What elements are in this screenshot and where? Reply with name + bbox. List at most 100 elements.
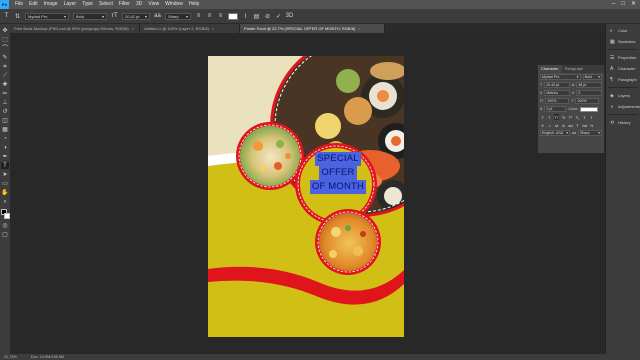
shape-tool-icon[interactable]: ▭ bbox=[1, 180, 9, 187]
menu-select[interactable]: Select bbox=[96, 0, 116, 9]
eraser-tool-icon[interactable]: ◫ bbox=[1, 117, 9, 124]
menu-window[interactable]: Window bbox=[162, 0, 186, 9]
cp-leading-field[interactable]: 48 pt bbox=[576, 82, 602, 88]
screen-mode-icon[interactable]: ▢ bbox=[1, 231, 9, 238]
menu-file[interactable]: File bbox=[12, 0, 26, 9]
menu-layer[interactable]: Layer bbox=[61, 0, 80, 9]
titling-button[interactable]: T bbox=[575, 122, 580, 128]
quick-select-tool-icon[interactable]: ✎ bbox=[1, 54, 9, 61]
superscript-button[interactable]: T¹ bbox=[568, 114, 573, 120]
underline-button[interactable]: T bbox=[582, 114, 587, 120]
align-right-icon[interactable]: ≡ bbox=[217, 13, 224, 20]
fractions-button[interactable]: ½ bbox=[589, 122, 594, 128]
dock-paragraph[interactable]: ¶ Paragraph bbox=[606, 75, 640, 84]
foreground-background-colors[interactable] bbox=[0, 209, 10, 220]
text-orientation-icon[interactable]: ⇅ bbox=[14, 13, 21, 20]
gradient-tool-icon[interactable]: ▦ bbox=[1, 126, 9, 133]
menu-3d[interactable]: 3D bbox=[133, 0, 145, 9]
tab-character[interactable]: Character bbox=[538, 65, 562, 73]
type-tool-icon[interactable]: T bbox=[1, 162, 9, 169]
offer-headline[interactable]: SPECIAL OFFER OF MONTH bbox=[294, 152, 382, 194]
tab-untitled-1[interactable]: Untitled-1 @ 100% (Layer 2, RGB/8) × bbox=[140, 24, 240, 33]
tab-paragraph[interactable]: Paragraph bbox=[562, 65, 587, 73]
ordinals-button[interactable]: 1st bbox=[582, 122, 587, 128]
dock-color[interactable]: ◐ Color bbox=[606, 26, 640, 35]
brush-tool-icon[interactable]: ✏ bbox=[1, 90, 9, 97]
small-caps-button[interactable]: Tt bbox=[561, 114, 566, 120]
hand-tool-icon[interactable]: ✋ bbox=[1, 189, 9, 196]
font-family-select[interactable]: Myriad Pro ▾ bbox=[25, 12, 69, 20]
font-style-select[interactable]: Bold ▾ bbox=[73, 12, 107, 20]
pen-tool-icon[interactable]: ✒ bbox=[1, 153, 9, 160]
dock-swatches[interactable]: ▦ Swatches bbox=[606, 37, 640, 46]
stamp-tool-icon[interactable]: ⊥ bbox=[1, 99, 9, 106]
cp-language-select[interactable]: English: USA ▾ bbox=[540, 130, 570, 136]
close-icon[interactable]: × bbox=[212, 26, 214, 31]
poster-document[interactable]: SPECIAL OFFER OF MONTH bbox=[208, 56, 404, 337]
cp-font-size-field[interactable]: 20.42 pt bbox=[544, 82, 570, 88]
dock-adjustments[interactable]: ◑ Adjustments bbox=[606, 102, 640, 111]
align-left-icon[interactable]: ≡ bbox=[195, 13, 202, 20]
path-select-tool-icon[interactable]: ➤ bbox=[1, 171, 9, 178]
menu-type[interactable]: Type bbox=[79, 0, 96, 9]
blur-tool-icon[interactable]: ◔ bbox=[1, 135, 9, 142]
menu-image[interactable]: Image bbox=[41, 0, 61, 9]
cp-horizontal-scale-field[interactable]: 100% bbox=[575, 98, 600, 104]
close-icon[interactable]: ✕ bbox=[631, 0, 636, 9]
dock-layers[interactable]: ◈ Layers bbox=[606, 91, 640, 100]
tab-poster-food[interactable]: Poster Food @ 22.7% (SPECIAL OFFER OF MO… bbox=[240, 24, 385, 33]
cp-font-family-select[interactable]: Myriad Pro ▾ bbox=[540, 74, 581, 80]
cp-font-style-select[interactable]: Bold ▾ bbox=[582, 74, 602, 80]
menu-filter[interactable]: Filter bbox=[116, 0, 133, 9]
menu-help[interactable]: Help bbox=[186, 0, 202, 9]
cp-vertical-scale-field[interactable]: 100% bbox=[545, 98, 570, 104]
lasso-tool-icon[interactable]: ⌒ bbox=[1, 45, 9, 52]
close-icon[interactable]: × bbox=[132, 26, 134, 31]
cp-antialias-select[interactable]: Sharp ▾ bbox=[578, 130, 602, 136]
zoom-tool-icon[interactable]: ⌕ bbox=[1, 198, 9, 205]
background-color-swatch[interactable] bbox=[3, 213, 10, 219]
dock-properties[interactable]: ☰ Properties bbox=[606, 53, 640, 62]
dock-character[interactable]: A Character bbox=[606, 64, 640, 73]
menu-view[interactable]: View bbox=[145, 0, 162, 9]
eyedropper-tool-icon[interactable]: ⟋ bbox=[1, 72, 9, 79]
toggle-panels-icon[interactable]: ▤ bbox=[253, 13, 260, 20]
zoom-level[interactable]: 22.73% bbox=[4, 355, 17, 359]
strikethrough-button[interactable]: T bbox=[589, 114, 594, 120]
stylistic-button[interactable]: ad bbox=[568, 122, 573, 128]
discretionary-button[interactable]: st bbox=[554, 122, 559, 128]
cp-baseline-field[interactable]: 0 pt bbox=[544, 106, 567, 112]
menu-edit[interactable]: Edit bbox=[26, 0, 41, 9]
commit-edit-icon[interactable]: ✓ bbox=[275, 13, 282, 20]
cp-kerning-field[interactable]: Metrics bbox=[544, 90, 570, 96]
text-color-swatch[interactable] bbox=[228, 12, 238, 20]
all-caps-button[interactable]: TT bbox=[554, 114, 559, 120]
history-brush-tool-icon[interactable]: ↺ bbox=[1, 108, 9, 115]
cp-color-swatch[interactable] bbox=[580, 106, 598, 112]
marquee-tool-icon[interactable]: ⬚ bbox=[1, 36, 9, 43]
warp-text-icon[interactable]: ⌇ bbox=[242, 13, 249, 20]
subscript-button[interactable]: T₁ bbox=[575, 114, 580, 120]
3d-text-icon[interactable]: 3D bbox=[286, 13, 294, 20]
dodge-tool-icon[interactable]: ◑ bbox=[1, 144, 9, 151]
minimize-icon[interactable]: – bbox=[612, 0, 615, 9]
dock-history[interactable]: ⟲ History bbox=[606, 118, 640, 127]
faux-bold-button[interactable]: T bbox=[540, 114, 545, 120]
contextual-button[interactable]: ℴ bbox=[547, 122, 552, 128]
font-size-select[interactable]: 20.42 pt ▾ bbox=[122, 12, 150, 20]
quick-mask-icon[interactable]: ◎ bbox=[1, 222, 9, 229]
healing-tool-icon[interactable]: ✚ bbox=[1, 81, 9, 88]
faux-italic-button[interactable]: T bbox=[547, 114, 552, 120]
cancel-edit-icon[interactable]: ⊘ bbox=[264, 13, 271, 20]
close-icon[interactable]: × bbox=[358, 26, 360, 31]
cp-tracking-field[interactable]: 0 bbox=[576, 90, 602, 96]
maximize-icon[interactable]: □ bbox=[621, 0, 625, 9]
move-tool-icon[interactable]: ✥ bbox=[1, 27, 9, 34]
crop-tool-icon[interactable]: ⌗ bbox=[1, 63, 9, 70]
swash-button[interactable]: A bbox=[561, 122, 566, 128]
antialias-select[interactable]: Sharp ▾ bbox=[165, 12, 191, 20]
align-center-icon[interactable]: ≡ bbox=[206, 13, 213, 20]
ligatures-button[interactable]: fi bbox=[540, 122, 545, 128]
tab-free-book-mockup[interactable]: Free Book Mockup (PSD.psd @ 50% (progcop… bbox=[10, 24, 140, 33]
type-tool-preset-icon[interactable]: T bbox=[3, 13, 10, 20]
